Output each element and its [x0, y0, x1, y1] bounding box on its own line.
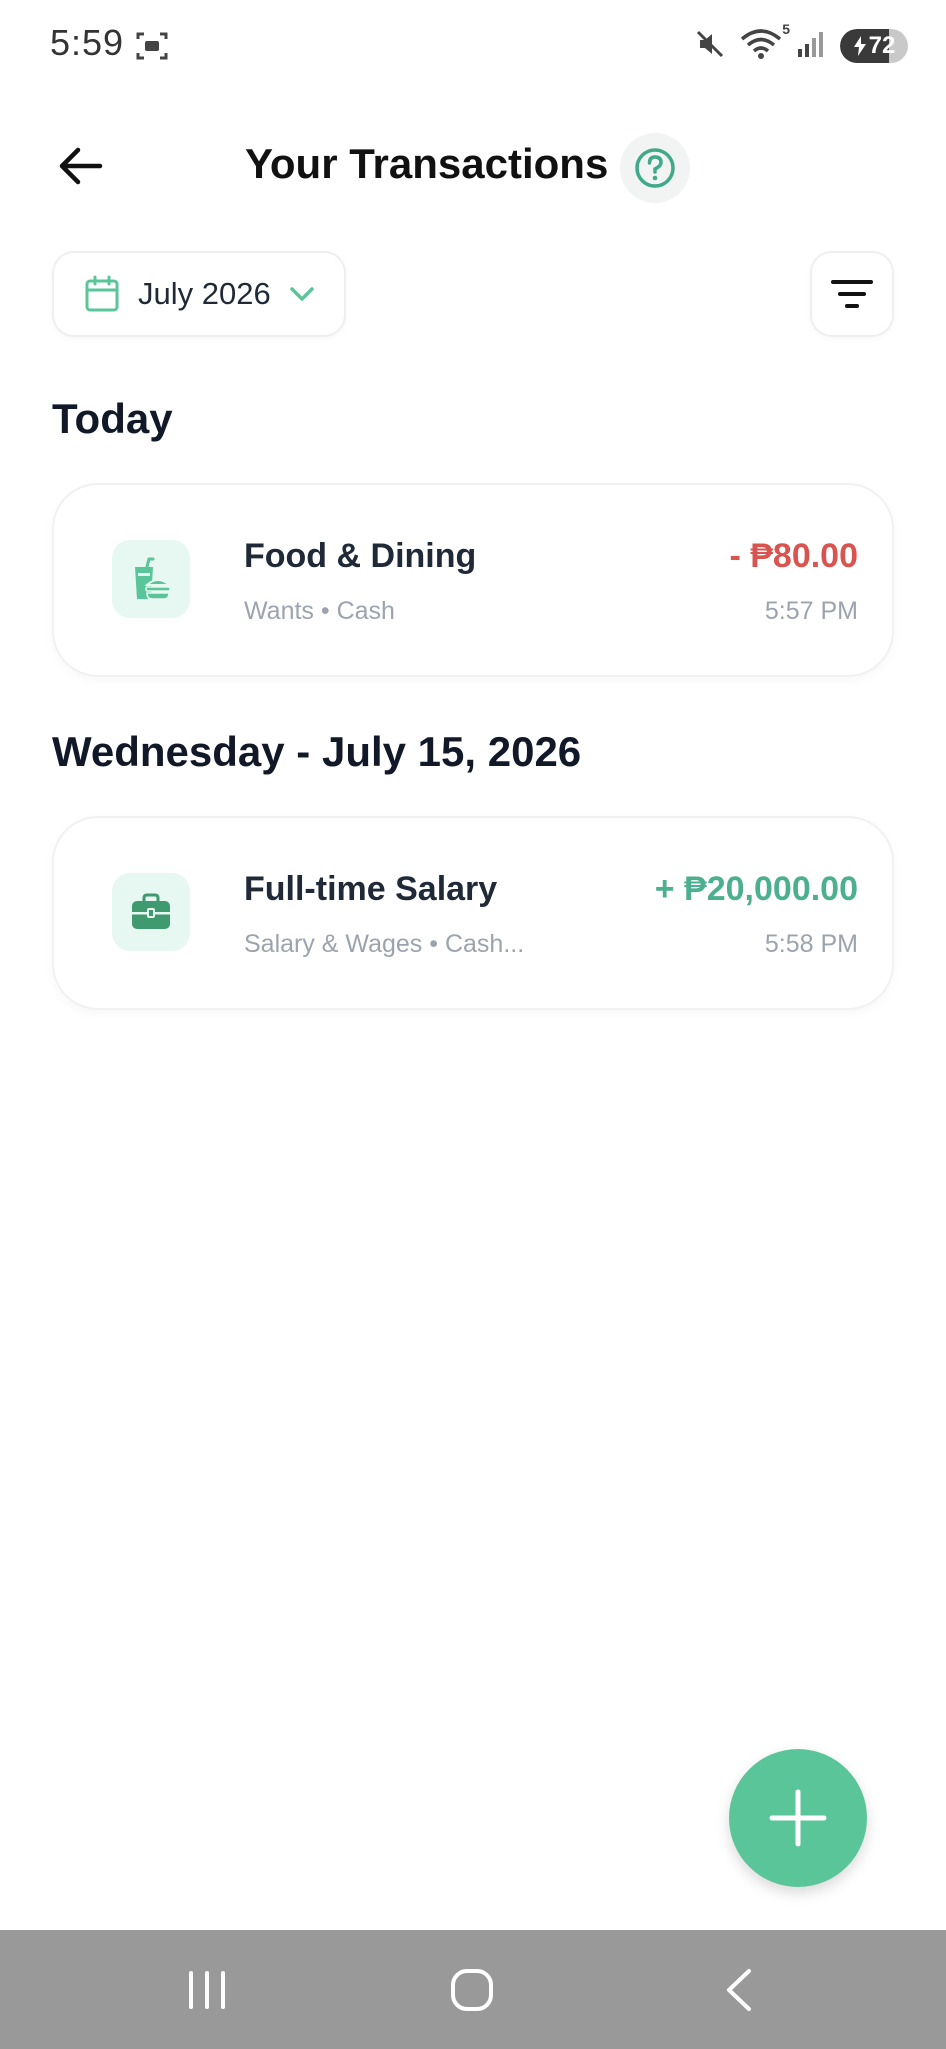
question-circle-icon [635, 148, 675, 188]
filter-icon [831, 280, 873, 308]
status-bar: 5:59 5 72 [0, 0, 946, 95]
section-heading-date: Wednesday - July 15, 2026 [52, 728, 582, 775]
briefcase-icon [132, 893, 170, 929]
month-label: July 2026 [138, 276, 271, 311]
system-nav-bar [0, 1930, 946, 2049]
help-button[interactable] [620, 133, 690, 203]
transaction-time: 5:58 PM [764, 930, 858, 958]
transaction-card[interactable]: Food & Dining Wants • Cash - ₱80.00 5:57… [52, 483, 894, 677]
battery-icon: 72 [840, 29, 908, 63]
add-transaction-button[interactable] [729, 1749, 867, 1887]
arrow-left-icon [59, 147, 103, 185]
calendar-icon [85, 275, 119, 312]
home-icon [451, 1969, 493, 2011]
back-icon [727, 1969, 751, 2011]
wifi-badge: 5 [782, 20, 790, 37]
filter-button[interactable] [810, 251, 894, 337]
wifi-icon: 5 [740, 21, 790, 66]
transaction-subtitle: Wants • Cash [244, 597, 395, 625]
transaction-amount: + ₱20,000.00 [654, 870, 858, 908]
page-title: Your Transactions [245, 140, 609, 187]
signal-icon [796, 29, 826, 64]
transaction-card[interactable]: Full-time Salary Salary & Wages • Cash..… [52, 816, 894, 1010]
month-picker[interactable]: July 2026 [52, 251, 346, 337]
recent-apps-button[interactable] [157, 1950, 257, 2030]
nav-back-button[interactable] [688, 1950, 788, 2030]
mute-icon [694, 28, 726, 65]
transaction-amount: - ₱80.00 [729, 537, 858, 575]
battery-level: 72 [868, 32, 896, 59]
category-icon-box [112, 873, 190, 951]
transaction-title: Full-time Salary [244, 870, 498, 908]
home-button[interactable] [422, 1950, 522, 2030]
plus-icon [769, 1789, 827, 1847]
status-time: 5:59 [50, 22, 125, 63]
back-button[interactable] [48, 134, 112, 198]
screenshot-icon [135, 30, 169, 62]
transaction-time: 5:57 PM [764, 597, 858, 625]
category-icon-box [112, 540, 190, 618]
chevron-down-icon [289, 287, 314, 301]
transaction-subtitle: Salary & Wages • Cash... [244, 930, 525, 958]
status-icons: 5 72 [694, 21, 908, 66]
transaction-title: Food & Dining [244, 537, 477, 575]
food-dining-icon [135, 557, 172, 600]
section-heading-today: Today [52, 395, 173, 442]
recent-apps-icon [189, 1971, 225, 2009]
